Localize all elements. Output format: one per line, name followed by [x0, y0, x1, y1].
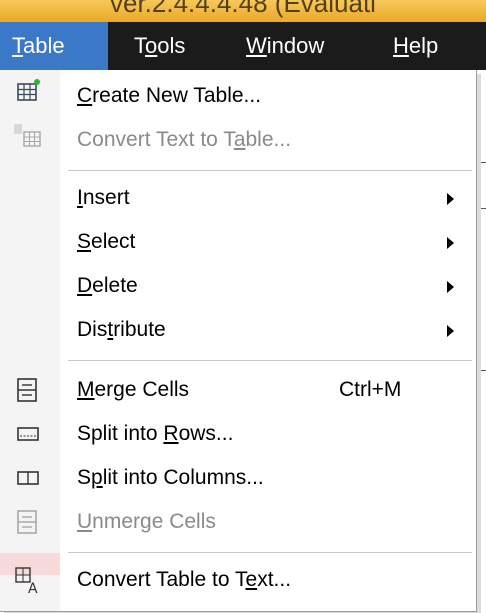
- split-columns-icon: [17, 471, 39, 485]
- merge-cells-icon: [17, 378, 37, 402]
- menu-item-label: Distribute: [77, 318, 166, 341]
- window-title-bar: ver.2.4.4.4.48 (Evaluati: [0, 0, 486, 22]
- menu-item-label: Unmerge Cells: [77, 510, 216, 533]
- unmerge-cells-icon: [17, 510, 37, 534]
- text-to-table-icon: [14, 124, 41, 147]
- menu-separator: [68, 170, 472, 171]
- menu-separator: [68, 360, 472, 361]
- menu-item-label: Split into Columns...: [77, 466, 264, 489]
- window-title: ver.2.4.4.4.48 (Evaluati: [110, 0, 376, 18]
- menu-item-label: Select: [77, 230, 136, 253]
- menu-item-label: Convert Table to Text...: [77, 568, 292, 591]
- menu-item-label: Merge Cells: [77, 378, 190, 401]
- table-menu-dropdown: A Create New Table... Convert Text to Ta…: [0, 70, 477, 612]
- menu-item-distribute[interactable]: Distribute: [60, 308, 476, 352]
- menu-item-select[interactable]: Select: [60, 220, 476, 264]
- menu-item-split-into-rows[interactable]: Split into Rows...: [60, 412, 476, 456]
- menu-item-insert[interactable]: Insert: [60, 176, 476, 220]
- split-rows-icon: [17, 427, 39, 441]
- menu-item-shortcut: Ctrl+M: [339, 378, 402, 401]
- submenu-arrow-icon: [447, 325, 454, 337]
- menu-tools[interactable]: Tools: [134, 22, 185, 70]
- menu-item-label: Create New Table...: [77, 84, 262, 107]
- table-add-icon: [17, 79, 40, 101]
- menu-help[interactable]: Help: [393, 22, 438, 70]
- submenu-arrow-icon: [447, 237, 454, 249]
- menu-item-create-new-table[interactable]: Create New Table...: [60, 74, 476, 118]
- menu-separator: [68, 552, 472, 553]
- menu-item-split-into-columns[interactable]: Split into Columns...: [60, 456, 476, 500]
- table-to-text-icon: A: [15, 567, 38, 597]
- menu-item-convert-table-to-text[interactable]: Convert Table to Text...: [60, 558, 476, 602]
- menu-item-label: Split into Rows...: [77, 422, 234, 445]
- menu-item-label: Delete: [77, 274, 138, 297]
- svg-text:A: A: [28, 581, 38, 597]
- background-divider: [476, 370, 486, 371]
- menubar: Table Tools Window Help: [0, 22, 486, 70]
- submenu-arrow-icon: [447, 281, 454, 293]
- menu-item-delete[interactable]: Delete: [60, 264, 476, 308]
- menu-table[interactable]: Table: [0, 22, 108, 70]
- menu-item-label: Insert: [77, 186, 130, 209]
- menu-item-unmerge-cells[interactable]: Unmerge Cells: [60, 500, 476, 544]
- background-divider: [476, 208, 486, 209]
- background-divider: [476, 162, 486, 163]
- menu-item-merge-cells[interactable]: Merge Cells Ctrl+M: [60, 368, 476, 412]
- submenu-arrow-icon: [447, 193, 454, 205]
- menu-item-convert-text-to-table[interactable]: Convert Text to Table...: [60, 118, 476, 162]
- menu-item-label: Convert Text to Table...: [77, 128, 292, 151]
- menu-window[interactable]: Window: [246, 22, 324, 70]
